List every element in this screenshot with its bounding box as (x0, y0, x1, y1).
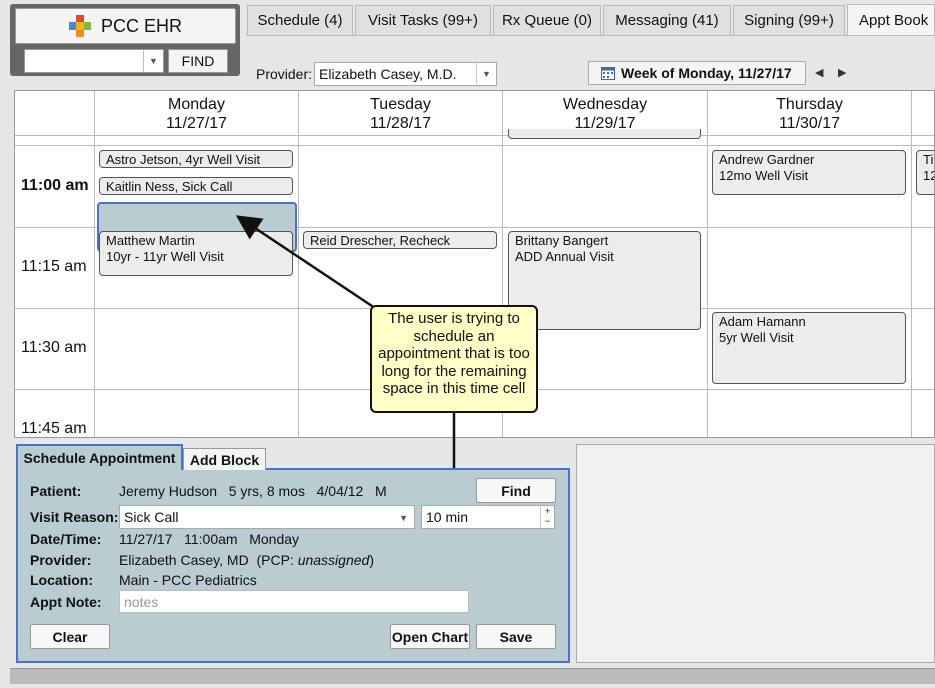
appointment-card[interactable]: Adam Hamann 5yr Well Visit (712, 312, 906, 384)
location-label: Location: (30, 572, 93, 588)
appt-note-input[interactable]: notes (119, 590, 469, 613)
chevron-down-icon[interactable]: ▼ (476, 63, 496, 85)
location-value: Main - PCC Pediatrics (119, 572, 257, 588)
appointment-card[interactable] (508, 129, 701, 139)
tab-signing[interactable]: Signing (99+) (733, 5, 845, 35)
day-header-tuesday: Tuesday 11/28/17 (369, 96, 432, 132)
tab-visit-tasks[interactable]: Visit Tasks (99+) (355, 5, 491, 35)
tab-add-block[interactable]: Add Block (183, 448, 266, 470)
clear-button[interactable]: Clear (30, 624, 110, 649)
appointment-card[interactable]: Reid Drescher, Recheck (303, 231, 497, 249)
day-header-thursday: Thursday 11/30/17 (776, 96, 843, 132)
appointment-card[interactable]: Astro Jetson, 4yr Well Visit (99, 150, 293, 168)
time-label: 11:30 am (21, 339, 87, 356)
find-patient-button[interactable]: Find (476, 478, 556, 503)
provider-label: Provider: (30, 552, 92, 568)
tab-rx-queue[interactable]: Rx Queue (0) (493, 5, 601, 35)
tab-appt-book[interactable]: Appt Book (847, 4, 935, 36)
patient-label: Patient: (30, 483, 82, 499)
chevron-down-icon[interactable]: ▼ (143, 50, 163, 72)
details-panel (576, 444, 935, 663)
find-button[interactable]: FIND (168, 49, 228, 73)
prev-week-icon[interactable]: ◀ (815, 66, 823, 79)
day-header-monday: Monday 11/27/17 (165, 96, 228, 132)
open-chart-button[interactable]: Open Chart (390, 624, 470, 649)
app-title: PCC EHR (100, 15, 182, 36)
chevron-down-icon[interactable]: ▼ (399, 513, 408, 523)
tab-schedule[interactable]: Schedule (4) (247, 5, 353, 35)
annotation-callout: The user is trying to schedule an appoin… (370, 305, 538, 413)
visit-reason-label: Visit Reason: (30, 509, 119, 525)
next-week-icon[interactable]: ▶ (838, 66, 846, 79)
datetime-label: Date/Time: (30, 531, 102, 547)
calendar-icon (601, 67, 615, 80)
appointment-card[interactable]: Kaitlin Ness, Sick Call (99, 177, 293, 195)
tab-schedule-appointment[interactable]: Schedule Appointment (16, 444, 183, 470)
duration-stepper[interactable]: 10 min + − (421, 505, 555, 529)
home-button[interactable]: PCC EHR (15, 8, 236, 44)
tab-messaging[interactable]: Messaging (41) (603, 5, 731, 35)
save-button[interactable]: Save (476, 624, 556, 649)
horizontal-scrollbar[interactable] (10, 668, 935, 684)
patient-value: Jeremy Hudson 5 yrs, 8 mos 4/04/12 M (119, 483, 387, 499)
time-label: 11:15 am (21, 258, 87, 275)
visit-reason-select[interactable]: Sick Call ▼ (119, 505, 415, 529)
appointment-card[interactable]: Andrew Gardner 12mo Well Visit (712, 150, 906, 195)
provider-label: Provider: (256, 66, 313, 82)
patient-search-input[interactable]: ▼ (24, 49, 164, 73)
provider-select[interactable]: Elizabeth Casey, M.D. ▼ (314, 62, 497, 86)
datetime-value: 11/27/17 11:00am Monday (119, 531, 300, 547)
tab-divider (246, 35, 935, 36)
appointment-card[interactable]: Ti 12 (916, 150, 934, 195)
stepper-icon[interactable]: + − (540, 506, 554, 528)
day-header-wednesday: Wednesday 11/29/17 (562, 96, 648, 132)
week-picker-button[interactable]: Week of Monday, 11/27/17 (588, 61, 806, 85)
appt-note-label: Appt Note: (30, 594, 102, 610)
pcc-logo-icon (68, 15, 91, 37)
appointment-card[interactable]: Matthew Martin 10yr - 11yr Well Visit (99, 231, 293, 276)
time-label: 11:45 am (21, 420, 87, 437)
provider-value: Elizabeth Casey, MD (PCP: unassigned) (119, 552, 374, 568)
time-label: 11:00 am (21, 177, 89, 194)
